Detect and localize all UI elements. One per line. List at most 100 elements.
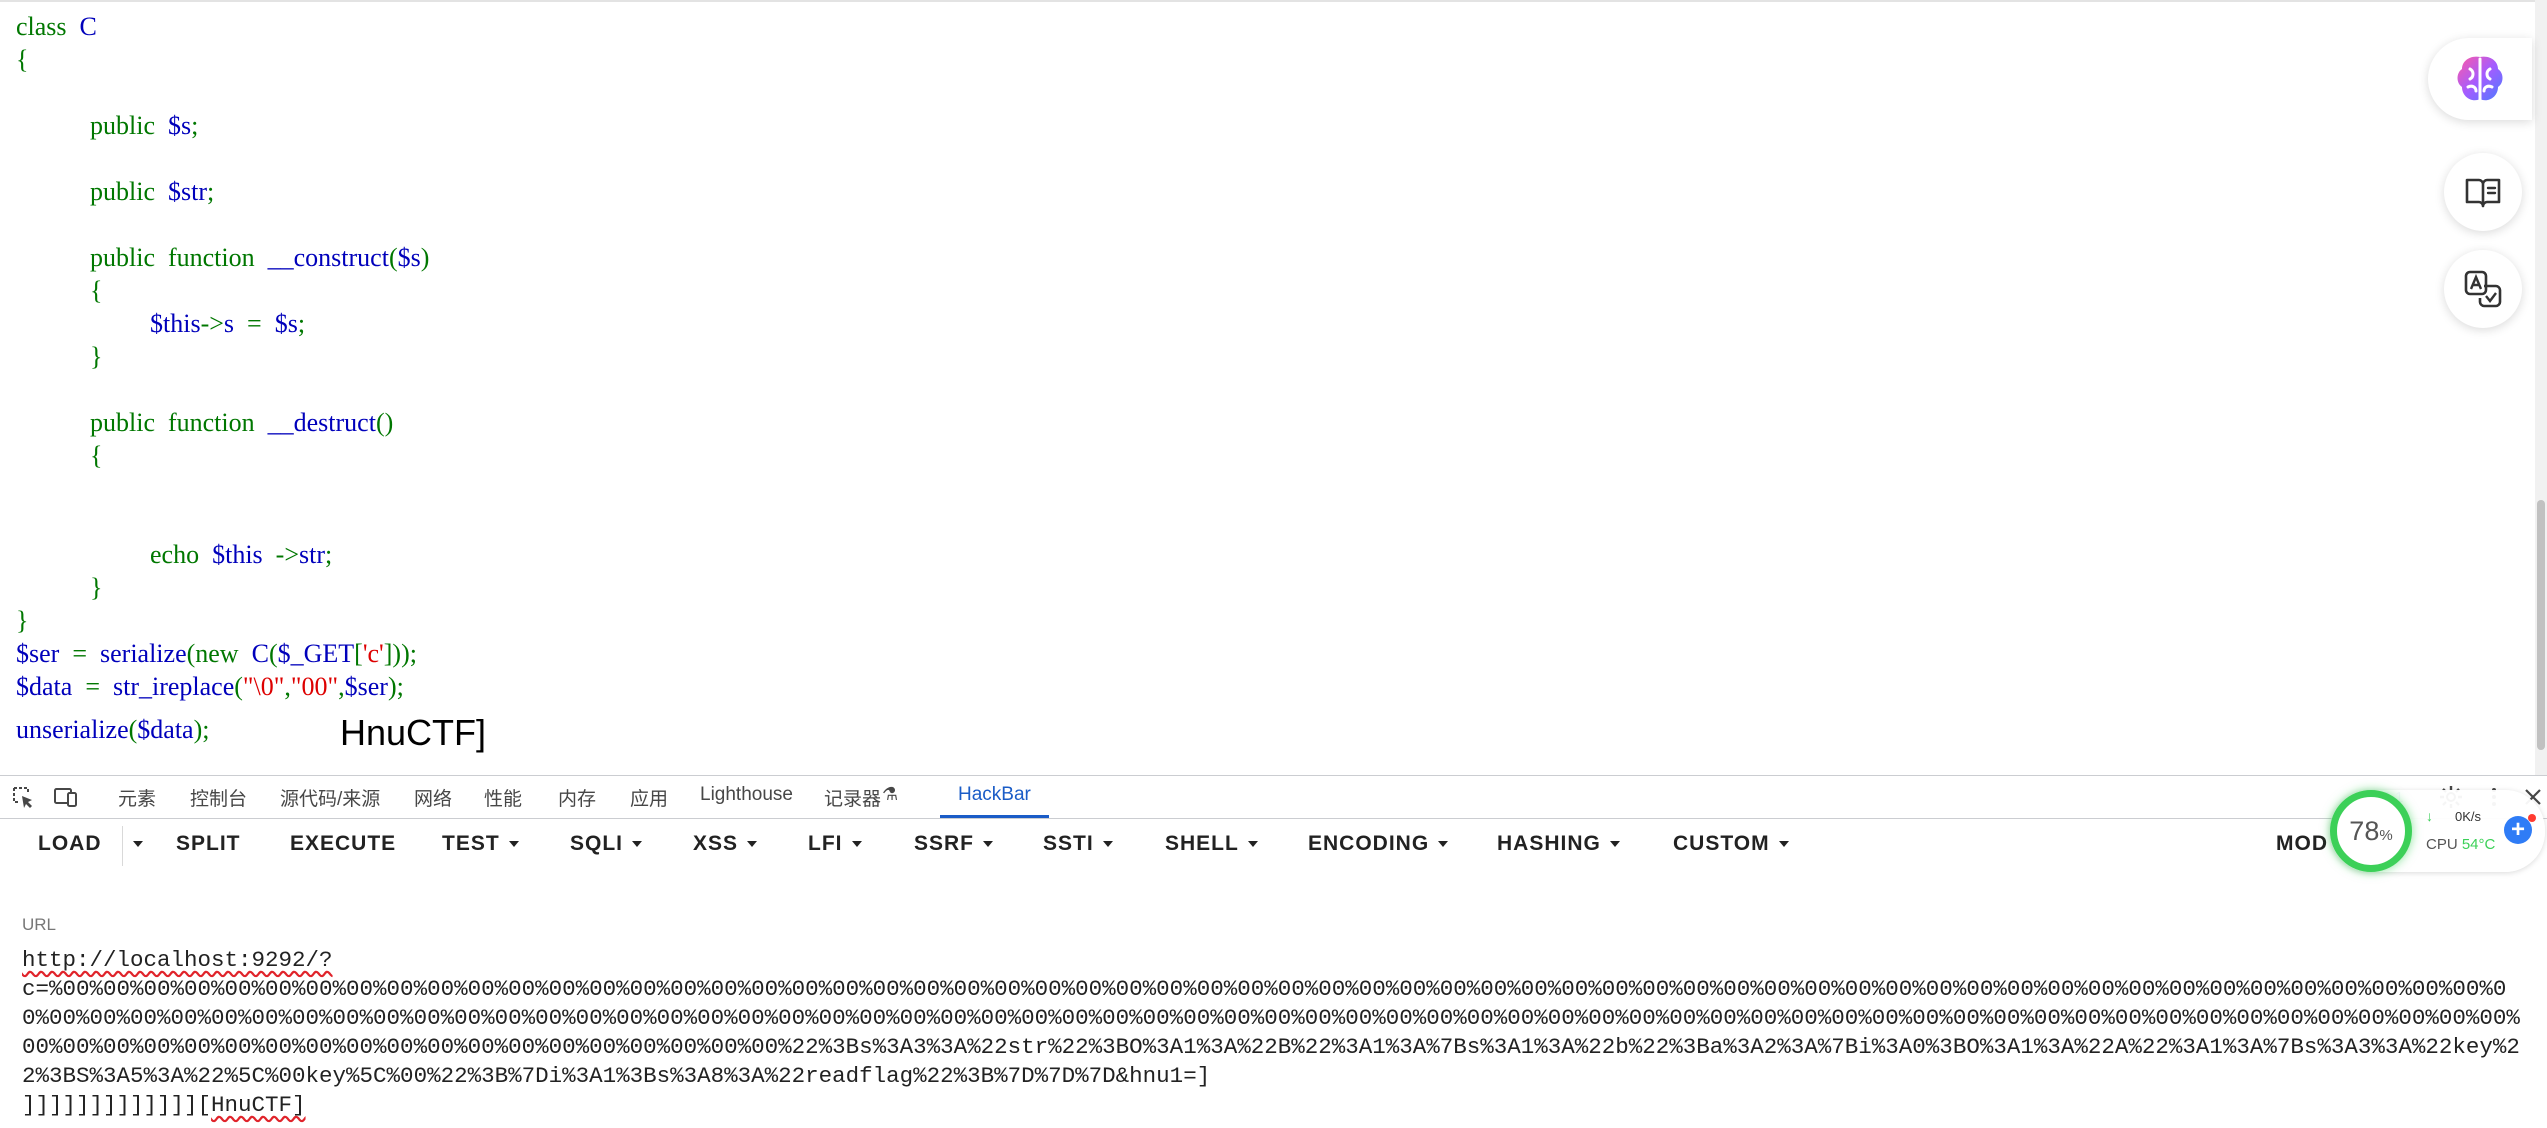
split-button[interactable]: SPLIT (176, 832, 241, 856)
sqli-button[interactable]: SQLI (570, 832, 643, 856)
inspect-element-icon[interactable] (10, 784, 36, 810)
toolbar-divider (122, 826, 123, 866)
caret-down-icon (983, 841, 994, 848)
devtools-tab-5[interactable]: 内存 (558, 784, 596, 814)
url-tail: ]]]]]]]]]]]]][ (22, 1092, 212, 1118)
code-token: echo (150, 540, 213, 569)
code-token: C (251, 639, 269, 668)
code-token: ( (128, 715, 138, 744)
code-token: ; (325, 540, 333, 569)
button-label: SSTI (1043, 832, 1094, 855)
reader-mode-button[interactable] (2444, 153, 2522, 231)
code-token: public (90, 111, 168, 140)
code-token: = (247, 309, 275, 338)
execute-button[interactable]: EXECUTE (290, 832, 396, 856)
test-button[interactable]: TEST (442, 832, 519, 856)
translate-button[interactable] (2444, 250, 2522, 328)
memory-percent: 78% (2349, 815, 2393, 846)
code-token: (new (186, 639, 252, 668)
device-toggle-icon[interactable] (52, 784, 78, 810)
code-token: ( (268, 639, 278, 668)
code-line: $data = str_ireplace("\0","00",$ser); (16, 672, 404, 702)
code-token: = (85, 672, 113, 701)
code-token: $s (397, 243, 421, 272)
code-line: { (90, 276, 102, 306)
custom-button[interactable]: CUSTOM (1673, 832, 1789, 856)
code-token: __destruct (267, 408, 376, 437)
code-token: serialize (100, 639, 187, 668)
lfi-button[interactable]: LFI (808, 832, 862, 856)
cpu-label: CPU (2426, 836, 2458, 853)
devtools-tab-7[interactable]: Lighthouse (700, 784, 793, 814)
cpu-temperature: CPU 54°C (2426, 836, 2495, 853)
code-token: ); (193, 715, 210, 744)
code-line: { (16, 45, 28, 75)
code-token: ( (388, 243, 398, 272)
button-label: TEST (442, 832, 500, 855)
code-token: $this (150, 309, 201, 338)
translate-icon (2464, 270, 2502, 308)
caret-down-icon (133, 841, 143, 848)
code-token: $ser (16, 639, 73, 668)
devtools-tab-4[interactable]: 性能 (484, 784, 522, 814)
devtools-tab-hackbar[interactable]: HackBar (940, 784, 1049, 818)
code-token: { (90, 441, 103, 470)
mode-button[interactable]: MOD (2276, 832, 2328, 856)
code-token: unserialize (16, 715, 129, 744)
load-button[interactable]: LOAD (38, 832, 102, 856)
code-line: } (90, 573, 102, 603)
code-token: { (90, 276, 103, 305)
devtools-tab-8[interactable]: 记录器 (824, 784, 881, 814)
ssti-button[interactable]: SSTI (1043, 832, 1113, 856)
code-line: public function __destruct() (90, 408, 393, 438)
ai-assistant-button[interactable] (2428, 38, 2532, 120)
code-token: $this (212, 540, 276, 569)
hashing-button[interactable]: HASHING (1497, 832, 1620, 856)
devtools-tab-1[interactable]: 控制台 (190, 784, 247, 814)
code-line: class C (16, 12, 97, 42)
load-dropdown-button[interactable] (124, 832, 143, 856)
performance-widget[interactable]: 78% ↓ 0K/s CPU 54°C + (2330, 790, 2545, 872)
caret-down-icon (1102, 841, 1113, 848)
button-label: HASHING (1497, 832, 1601, 855)
code-token: () (375, 408, 394, 437)
code-token: $s (168, 111, 192, 140)
devtools-panel: 元素 控制台 源代码/来源 网络 性能 内存 应用 Lighthouse 记录器 ⚗ HackBar… (0, 775, 2547, 1128)
page-output: HnuCTF] (340, 712, 487, 753)
code-token: class (16, 12, 80, 41)
caret-down-icon (508, 841, 519, 848)
page-scroll-thumb[interactable] (2537, 500, 2545, 750)
devtools-tab-2[interactable]: 源代码/来源 (280, 784, 380, 814)
button-label: SQLI (570, 832, 624, 855)
page-scrollbar[interactable] (2535, 0, 2547, 775)
shell-button[interactable]: SHELL (1165, 832, 1258, 856)
code-line: } (90, 342, 102, 372)
code-token: str (299, 540, 325, 569)
button-label: LFI (808, 832, 843, 855)
devtools-tab-bar: 元素 控制台 源代码/来源 网络 性能 内存 应用 Lighthouse 记录器 ⚗ HackBar… (0, 776, 2547, 819)
ssrf-button[interactable]: SSRF (914, 832, 994, 856)
code-token: ); (387, 672, 404, 701)
devtools-tab-3[interactable]: 网络 (414, 784, 452, 814)
code-token: } (16, 606, 29, 635)
code-line: $ser = serialize(new C($_GET['c'])); (16, 639, 417, 669)
code-token: -> (275, 540, 299, 569)
encoding-button[interactable]: ENCODING (1308, 832, 1449, 856)
code-token: $data (137, 715, 194, 744)
devtools-tab-0[interactable]: 元素 (118, 784, 156, 814)
button-label: XSS (693, 832, 739, 855)
button-label: SPLIT (176, 832, 241, 855)
code-token: -> (200, 309, 224, 338)
button-label: CUSTOM (1673, 832, 1770, 855)
code-line: } (16, 606, 28, 636)
xss-button[interactable]: XSS (693, 832, 758, 856)
url-textarea[interactable]: http://localhost:9292/? c=%00%00%00%00%0… (22, 946, 2532, 1120)
page-content: class C{public $s; public $str; public fun… (0, 0, 2535, 777)
code-line: public function __construct($s) (90, 243, 429, 273)
devtools-tab-6[interactable]: 应用 (630, 784, 668, 814)
code-token: ; (297, 309, 306, 338)
caret-down-icon (851, 841, 862, 848)
code-token: ])); (383, 639, 417, 668)
code-token: "00" (290, 672, 339, 701)
code-token: str_ireplace (112, 672, 235, 701)
